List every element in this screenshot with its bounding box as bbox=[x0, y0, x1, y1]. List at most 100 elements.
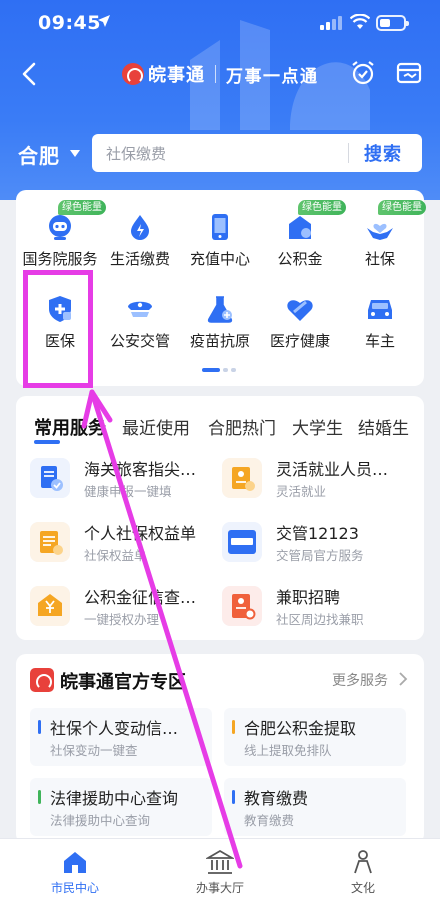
police-cap-icon bbox=[128, 301, 152, 317]
back-arrow-icon[interactable] bbox=[18, 60, 42, 88]
service-item-utilities[interactable]: 生活缴费 bbox=[98, 190, 182, 268]
service-item-car-owner[interactable]: 车主 bbox=[338, 272, 422, 350]
water-drop-icon bbox=[131, 215, 149, 240]
tab-service-hall[interactable]: 办事大厅 bbox=[175, 849, 265, 896]
zone-item[interactable]: 法律援助中心查询 法律援助中心查询 bbox=[30, 778, 212, 836]
zone-item-title: 合肥公积金提取 bbox=[244, 719, 357, 738]
service-label: 社保 bbox=[364, 250, 395, 268]
zone-item-subtitle: 教育缴费 bbox=[244, 813, 295, 828]
nav-bar: 皖事通 万事一点通 bbox=[0, 52, 440, 96]
item-title: 个人社保权益单 bbox=[84, 524, 197, 543]
service-item-housing-fund[interactable]: 绿色能量 公积金 bbox=[258, 190, 346, 268]
car-icon bbox=[368, 300, 392, 319]
status-time: 09:45 bbox=[38, 12, 101, 34]
wifi-icon bbox=[350, 14, 370, 29]
tab-marriage[interactable]: 结婚生 bbox=[358, 414, 409, 439]
document-check-icon bbox=[30, 458, 70, 498]
list-item[interactable]: 公积金征信查… 一键授权办理 bbox=[30, 582, 216, 632]
service-item-police-traffic[interactable]: 公安交管 bbox=[98, 272, 182, 350]
item-subtitle: 灵活就业 bbox=[276, 484, 327, 499]
service-label: 充值中心 bbox=[189, 250, 250, 268]
traffic-12123-icon bbox=[222, 522, 262, 562]
service-item-vaccine[interactable]: 疫苗抗原 bbox=[178, 272, 262, 350]
item-subtitle: 健康申报一键填 bbox=[84, 484, 172, 499]
tab-college[interactable]: 大学生 bbox=[292, 414, 343, 439]
heart-icon bbox=[287, 300, 313, 321]
service-label: 公积金 bbox=[277, 250, 323, 268]
caret-down-icon[interactable] bbox=[70, 150, 80, 157]
page-indicator bbox=[202, 368, 236, 372]
list-item[interactable]: 交管12123 交管局官方服务 bbox=[222, 518, 408, 568]
bottom-tab-bar: 市民中心 办事大厅 文化 bbox=[0, 838, 440, 912]
list-document-icon bbox=[30, 522, 70, 562]
city-selector[interactable]: 合肥 bbox=[18, 140, 60, 169]
zone-item[interactable]: 教育缴费 教育缴费 bbox=[224, 778, 406, 836]
service-item-state-council[interactable]: 绿色能量 国务院服务 bbox=[18, 190, 106, 268]
zone-title: 皖事通官方专区 bbox=[60, 672, 186, 693]
zone-item-title: 法律援助中心查询 bbox=[50, 789, 179, 808]
chevron-right-icon[interactable] bbox=[398, 671, 408, 687]
service-item-social-security[interactable]: 绿色能量 社保 bbox=[338, 190, 426, 268]
tab-underline bbox=[34, 440, 60, 444]
card-wallet-icon[interactable] bbox=[396, 60, 422, 86]
item-title: 海关旅客指尖… bbox=[84, 460, 197, 479]
tab-citizen-center[interactable]: 市民中心 bbox=[30, 849, 120, 896]
zone-item-subtitle: 社保变动一键查 bbox=[50, 743, 138, 758]
flask-icon bbox=[207, 296, 233, 323]
service-label: 公安交管 bbox=[109, 332, 170, 350]
tab-culture[interactable]: 文化 bbox=[318, 849, 408, 896]
location-arrow-icon bbox=[98, 15, 110, 27]
official-zone: 皖事通官方专区 更多服务 社保个人变动信… 社保变动一键查 合肥公积金提取 线上… bbox=[16, 654, 424, 844]
list-item[interactable]: 海关旅客指尖… 健康申报一键填 bbox=[30, 454, 216, 504]
list-item[interactable]: 灵活就业人员… 灵活就业 bbox=[222, 454, 408, 504]
yuan-house-icon bbox=[30, 586, 70, 626]
house-fund-icon bbox=[289, 216, 311, 239]
service-label: 车主 bbox=[364, 332, 395, 350]
search-row: 合肥 社保缴费 搜索 bbox=[0, 132, 440, 174]
zone-item[interactable]: 社保个人变动信… 社保变动一键查 bbox=[30, 708, 212, 766]
search-placeholder: 社保缴费 bbox=[106, 145, 167, 163]
app-title: 皖事通 万事一点通 bbox=[122, 60, 319, 88]
service-label: 生活缴费 bbox=[109, 250, 170, 268]
more-services-link[interactable]: 更多服务 bbox=[332, 670, 388, 690]
highlight-box bbox=[23, 270, 93, 388]
zone-item-subtitle: 法律援助中心查询 bbox=[50, 813, 151, 828]
service-label: 医疗健康 bbox=[269, 332, 330, 350]
item-subtitle: 交管局官方服务 bbox=[276, 548, 364, 563]
item-title: 灵活就业人员… bbox=[276, 460, 389, 479]
search-button[interactable]: 搜索 bbox=[364, 140, 402, 166]
id-card-icon bbox=[222, 458, 262, 498]
zone-item-subtitle: 线上提取免排队 bbox=[244, 743, 332, 758]
service-item-healthcare[interactable]: 医疗健康 bbox=[258, 272, 342, 350]
header: 09:45 皖事通 万事一点通 合肥 社保缴费 搜索 bbox=[0, 0, 440, 200]
status-bar: 09:45 bbox=[0, 0, 440, 48]
robot-icon bbox=[49, 215, 71, 240]
service-label: 国务院服务 bbox=[22, 250, 98, 268]
item-title: 交管12123 bbox=[276, 524, 359, 543]
item-title: 兼职招聘 bbox=[276, 588, 341, 607]
item-subtitle: 社保权益单 bbox=[84, 548, 147, 563]
app-slogan: 万事一点通 bbox=[226, 66, 319, 87]
battery-icon bbox=[376, 15, 409, 31]
person-icon bbox=[354, 850, 372, 874]
app-logo-icon bbox=[30, 668, 54, 692]
phone-icon bbox=[212, 214, 228, 240]
item-title: 公积金征信查… bbox=[84, 588, 197, 607]
zone-item[interactable]: 合肥公积金提取 线上提取免排队 bbox=[224, 708, 406, 766]
hands-heart-icon bbox=[367, 223, 393, 240]
list-item[interactable]: 个人社保权益单 社保权益单 bbox=[30, 518, 216, 568]
tab-hefei-hot[interactable]: 合肥热门 bbox=[208, 414, 276, 439]
tab-recent[interactable]: 最近使用 bbox=[122, 414, 190, 439]
tab-label: 办事大厅 bbox=[195, 881, 244, 895]
alarm-clock-icon[interactable] bbox=[350, 60, 376, 86]
tab-common[interactable]: 常用服务 bbox=[34, 414, 106, 440]
cellular-signal-icon bbox=[320, 16, 342, 30]
home-icon bbox=[64, 852, 86, 873]
list-item[interactable]: 兼职招聘 社区周边找兼职 bbox=[222, 582, 408, 632]
service-tabs-card: 常用服务 最近使用 合肥热门 大学生 结婚生 海关旅客指尖… 健康申报一键填 灵… bbox=[16, 396, 424, 640]
government-hall-icon bbox=[206, 849, 234, 874]
search-input[interactable]: 社保缴费 搜索 bbox=[92, 134, 422, 172]
service-item-recharge[interactable]: 充值中心 bbox=[178, 190, 262, 268]
zone-item-title: 社保个人变动信… bbox=[50, 719, 179, 738]
app-logo-icon bbox=[122, 63, 144, 85]
